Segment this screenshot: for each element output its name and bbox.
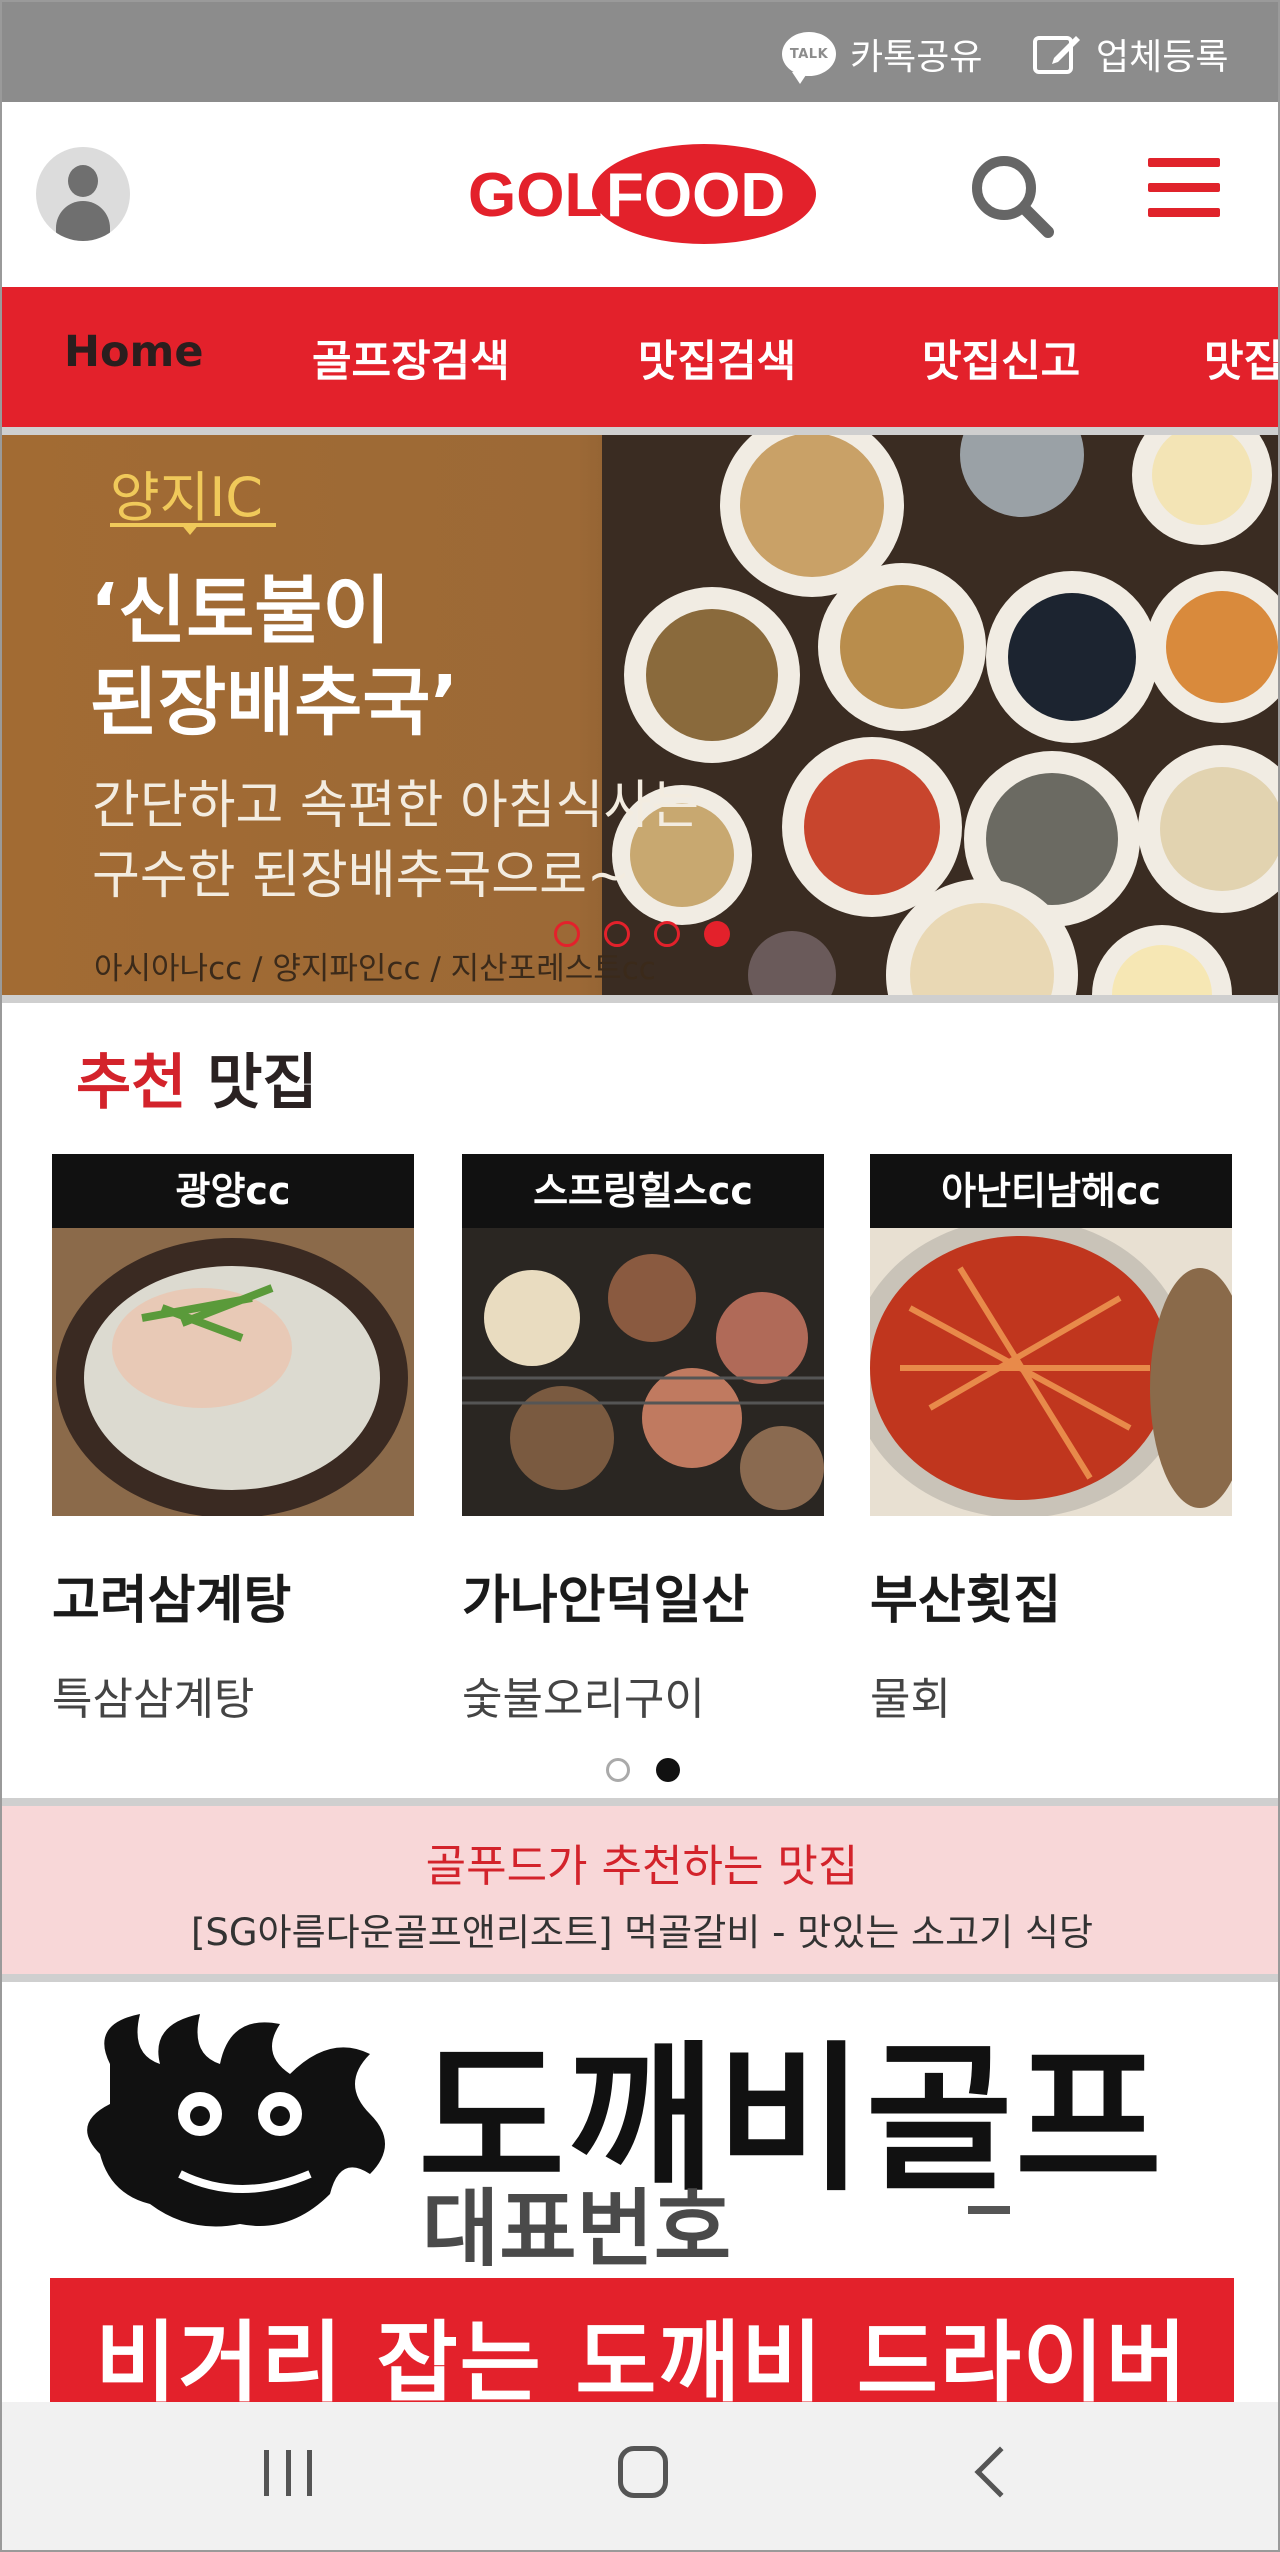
recommended-title: 추천 맛집 bbox=[76, 1034, 318, 1121]
recent-apps-icon[interactable] bbox=[264, 2450, 312, 2496]
hamburger-menu-icon[interactable] bbox=[1148, 158, 1220, 228]
main-nav: Home 골프장검색 맛집검색 맛집신고 맛집 bbox=[2, 287, 1278, 427]
phone-screen: TALK 카톡공유 업체등록 GOL FOOD Home 골프장검색 맛집검색 … bbox=[0, 0, 1280, 2552]
notice-text: [SG아름다운골프앤리조트] 먹골갈비 - 맛있는 소고기 식당 bbox=[190, 1911, 1094, 1954]
ad-slogan: 비거리 잡는 도깨비 드라이버 bbox=[95, 2311, 1189, 2402]
advertisement-banner[interactable]: 도깨비골프 대표번호 비거리 잡는 도깨비 드라이버 bbox=[50, 1982, 1234, 2402]
banner-pagination bbox=[554, 921, 730, 947]
edit-icon bbox=[1033, 36, 1080, 74]
nav-restaurant-report[interactable]: 맛집신고 bbox=[922, 327, 1080, 389]
section-divider bbox=[2, 1974, 1278, 1982]
system-navigation-bar bbox=[2, 2402, 1278, 2550]
back-icon[interactable] bbox=[974, 2446, 1026, 2498]
nav-divider bbox=[2, 427, 1278, 435]
card-restaurant-name: 가나안덕일산 bbox=[462, 1571, 750, 1631]
banner-courses: 아시아나cc / 양지파인cc / 지산포레스트cc bbox=[94, 951, 656, 987]
banner-location-notch bbox=[180, 523, 200, 535]
register-business-button[interactable]: 업체등록 bbox=[1032, 30, 1228, 78]
nav-home[interactable]: Home bbox=[64, 327, 204, 377]
recommended-dot-2-active[interactable] bbox=[656, 1758, 680, 1782]
ad-phone-dash bbox=[968, 2206, 1010, 2214]
banner-dot-4-active[interactable] bbox=[704, 921, 730, 947]
ad-slogan-bar: 비거리 잡는 도깨비 드라이버 bbox=[50, 2278, 1234, 2402]
restaurant-card[interactable]: 아난티남해cc 부산횟집 물회 bbox=[850, 1154, 1250, 1727]
home-icon[interactable] bbox=[618, 2446, 668, 2498]
recommended-pagination bbox=[606, 1758, 680, 1782]
banner-description: 간단하고 속편한 아침식사는 구수한 된장배추국으로~ bbox=[92, 776, 700, 906]
banner-dot-1[interactable] bbox=[554, 921, 580, 947]
card-restaurant-name: 부산횟집 bbox=[870, 1571, 1062, 1631]
kakao-badge-text: TALK bbox=[789, 46, 829, 62]
nav-restaurant-search[interactable]: 맛집검색 bbox=[638, 327, 796, 389]
banner-divider bbox=[2, 995, 1278, 1003]
nav-restaurant-more[interactable]: 맛집 bbox=[1204, 327, 1278, 389]
notice-title: 골푸드가 추천하는 맛집 bbox=[425, 1841, 859, 1892]
kakao-talk-icon: TALK bbox=[782, 32, 836, 84]
recommendation-notice[interactable]: 골푸드가 추천하는 맛집 [SG아름다운골프앤리조트] 먹골갈비 - 맛있는 소… bbox=[2, 1806, 1278, 1974]
register-label: 업체등록 bbox=[1096, 37, 1229, 78]
logo-text-gol: GOL bbox=[468, 161, 602, 230]
restaurant-card[interactable]: 스프링힐스cc 가나안덕일산 숯불오리구이 bbox=[462, 1154, 824, 1727]
search-icon[interactable] bbox=[966, 150, 1056, 240]
card-course-tag: 스프링힐스cc bbox=[462, 1154, 824, 1228]
nav-golf-course-search[interactable]: 골프장검색 bbox=[312, 327, 510, 389]
card-course-tag: 광양cc bbox=[52, 1154, 414, 1228]
card-menu-item: 숯불오리구이 bbox=[462, 1674, 705, 1725]
recommended-dot-1[interactable] bbox=[606, 1758, 630, 1782]
card-food-image bbox=[850, 1218, 1250, 1518]
golfood-logo[interactable]: GOL FOOD bbox=[464, 142, 820, 247]
card-restaurant-name: 고려삼계탕 bbox=[52, 1571, 292, 1631]
card-food-image bbox=[52, 1228, 414, 1518]
app-header: GOL FOOD bbox=[2, 102, 1278, 287]
banner-dot-3[interactable] bbox=[654, 921, 680, 947]
card-food-image bbox=[462, 1228, 824, 1516]
utility-bar: TALK 카톡공유 업체등록 bbox=[2, 2, 1278, 102]
banner-title: ‘신토불이 된장배추국’ bbox=[90, 568, 459, 746]
kakao-share-label: 카톡공유 bbox=[850, 37, 983, 78]
goblin-mascot-logo bbox=[87, 2014, 385, 2227]
banner-dot-2[interactable] bbox=[604, 921, 630, 947]
logo-text-food: FOOD bbox=[606, 161, 785, 230]
section-divider bbox=[2, 1798, 1278, 1806]
card-course-tag: 아난티남해cc bbox=[870, 1154, 1232, 1228]
card-menu-item: 특삼삼계탕 bbox=[52, 1674, 255, 1725]
recommended-title-rest: 맛집 bbox=[207, 1048, 318, 1118]
user-avatar-icon[interactable] bbox=[36, 147, 130, 241]
ad-phone-label: 대표번호 bbox=[422, 2180, 732, 2278]
hero-banner[interactable]: 양지IC ‘신토불이 된장배추국’ 간단하고 속편한 아침식사는 구수한 된장배… bbox=[2, 435, 1278, 995]
banner-location: 양지IC bbox=[110, 466, 263, 529]
card-menu-item: 물회 bbox=[870, 1674, 951, 1725]
kakao-share-button[interactable]: TALK 카톡공유 bbox=[782, 30, 983, 84]
restaurant-card[interactable]: 광양cc 고려삼계탕 특삼삼계탕 bbox=[52, 1154, 414, 1727]
banner-food-image bbox=[602, 435, 1278, 995]
recommended-title-highlight: 추천 bbox=[76, 1048, 187, 1118]
